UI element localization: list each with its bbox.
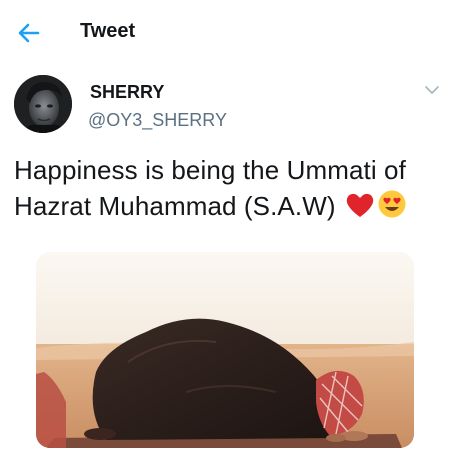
tweet-text-line-2: Hazrat Muhammad (S.A.W) [14, 188, 444, 224]
avatar[interactable] [14, 75, 72, 133]
tweet-text-line-2-text: Hazrat Muhammad (S.A.W) [14, 191, 336, 221]
photo-prayer-sajdah-icon [36, 252, 414, 448]
red-heart-emoji-icon [346, 193, 374, 217]
heart-eyes-emoji-icon [378, 190, 406, 218]
arrow-left-icon[interactable] [16, 20, 42, 46]
page-title: Tweet [80, 20, 136, 42]
tweet-media-image[interactable] [36, 252, 414, 448]
tweet-text-line-1: Happiness is being the Ummati of [14, 155, 406, 185]
author-display-name[interactable]: SHERRY [90, 82, 164, 103]
divider [0, 448, 450, 457]
top-bar: Tweet [0, 0, 450, 62]
avatar-portrait-icon [14, 75, 72, 133]
tweet-text: Happiness is being the Ummati of Hazrat … [14, 152, 444, 224]
author-handle[interactable]: @OY3_SHERRY [88, 110, 227, 131]
chevron-down-icon[interactable] [424, 84, 440, 96]
